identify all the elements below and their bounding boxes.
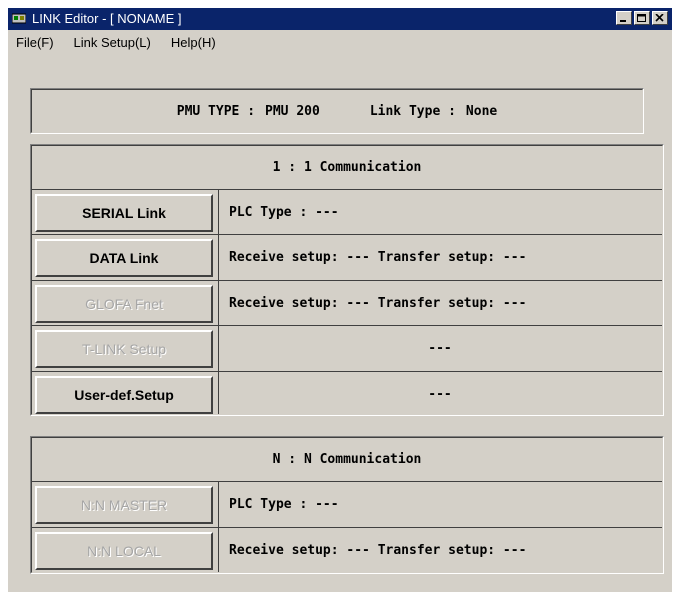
menu-help[interactable]: Help(H) — [167, 32, 220, 54]
user-def-setup-info: --- — [428, 387, 452, 402]
serial-link-button[interactable]: SERIAL Link — [35, 194, 213, 232]
pmu-header-box: PMU TYPE : PMU 200 Link Type : None — [30, 88, 644, 134]
data-link-info: Receive setup: --- Transfer setup: --- — [229, 250, 527, 265]
app-icon — [12, 13, 26, 24]
n-to-n-title: N : N Communication — [272, 451, 422, 467]
one-to-one-title: 1 : 1 Communication — [272, 159, 422, 175]
menu-bar: File(F) Link Setup(L) Help(H) — [8, 32, 220, 54]
nn-master-button[interactable]: N:N MASTER — [35, 486, 213, 524]
t-link-setup-info: --- — [428, 341, 452, 356]
menu-file[interactable]: File(F) — [12, 32, 58, 54]
t-link-setup-button[interactable]: T-LINK Setup — [35, 330, 213, 368]
title-bar[interactable]: LINK Editor - [ NONAME ] — [8, 8, 672, 30]
minimize-icon[interactable] — [616, 11, 632, 25]
n-to-n-group: N : N Communication N:N MASTER PLC Type … — [30, 436, 664, 574]
link-type-label: Link Type : — [369, 103, 456, 119]
pmu-type-value: PMU 200 — [265, 103, 320, 119]
glofa-fnet-info: Receive setup: --- Transfer setup: --- — [229, 296, 527, 311]
menu-link-setup[interactable]: Link Setup(L) — [70, 32, 155, 54]
link-editor-window: LINK Editor - [ NONAME ] File(F) Link Se… — [8, 8, 672, 592]
window-title: LINK Editor - [ NONAME ] — [32, 11, 182, 26]
one-to-one-group: 1 : 1 Communication SERIAL Link PLC Type… — [30, 144, 664, 416]
nn-local-button[interactable]: N:N LOCAL — [35, 532, 213, 570]
data-link-button[interactable]: DATA Link — [35, 239, 213, 277]
pmu-type-label: PMU TYPE : — [176, 103, 256, 119]
glofa-fnet-button[interactable]: GLOFA Fnet — [35, 285, 213, 323]
close-icon[interactable] — [652, 11, 668, 25]
nn-local-info: Receive setup: --- Transfer setup: --- — [229, 543, 527, 558]
link-type-value: None — [465, 103, 498, 119]
nn-master-info: PLC Type : --- — [229, 497, 339, 512]
maximize-icon[interactable] — [634, 11, 650, 25]
user-def-setup-button[interactable]: User-def.Setup — [35, 376, 213, 414]
serial-link-info: PLC Type : --- — [229, 205, 339, 220]
